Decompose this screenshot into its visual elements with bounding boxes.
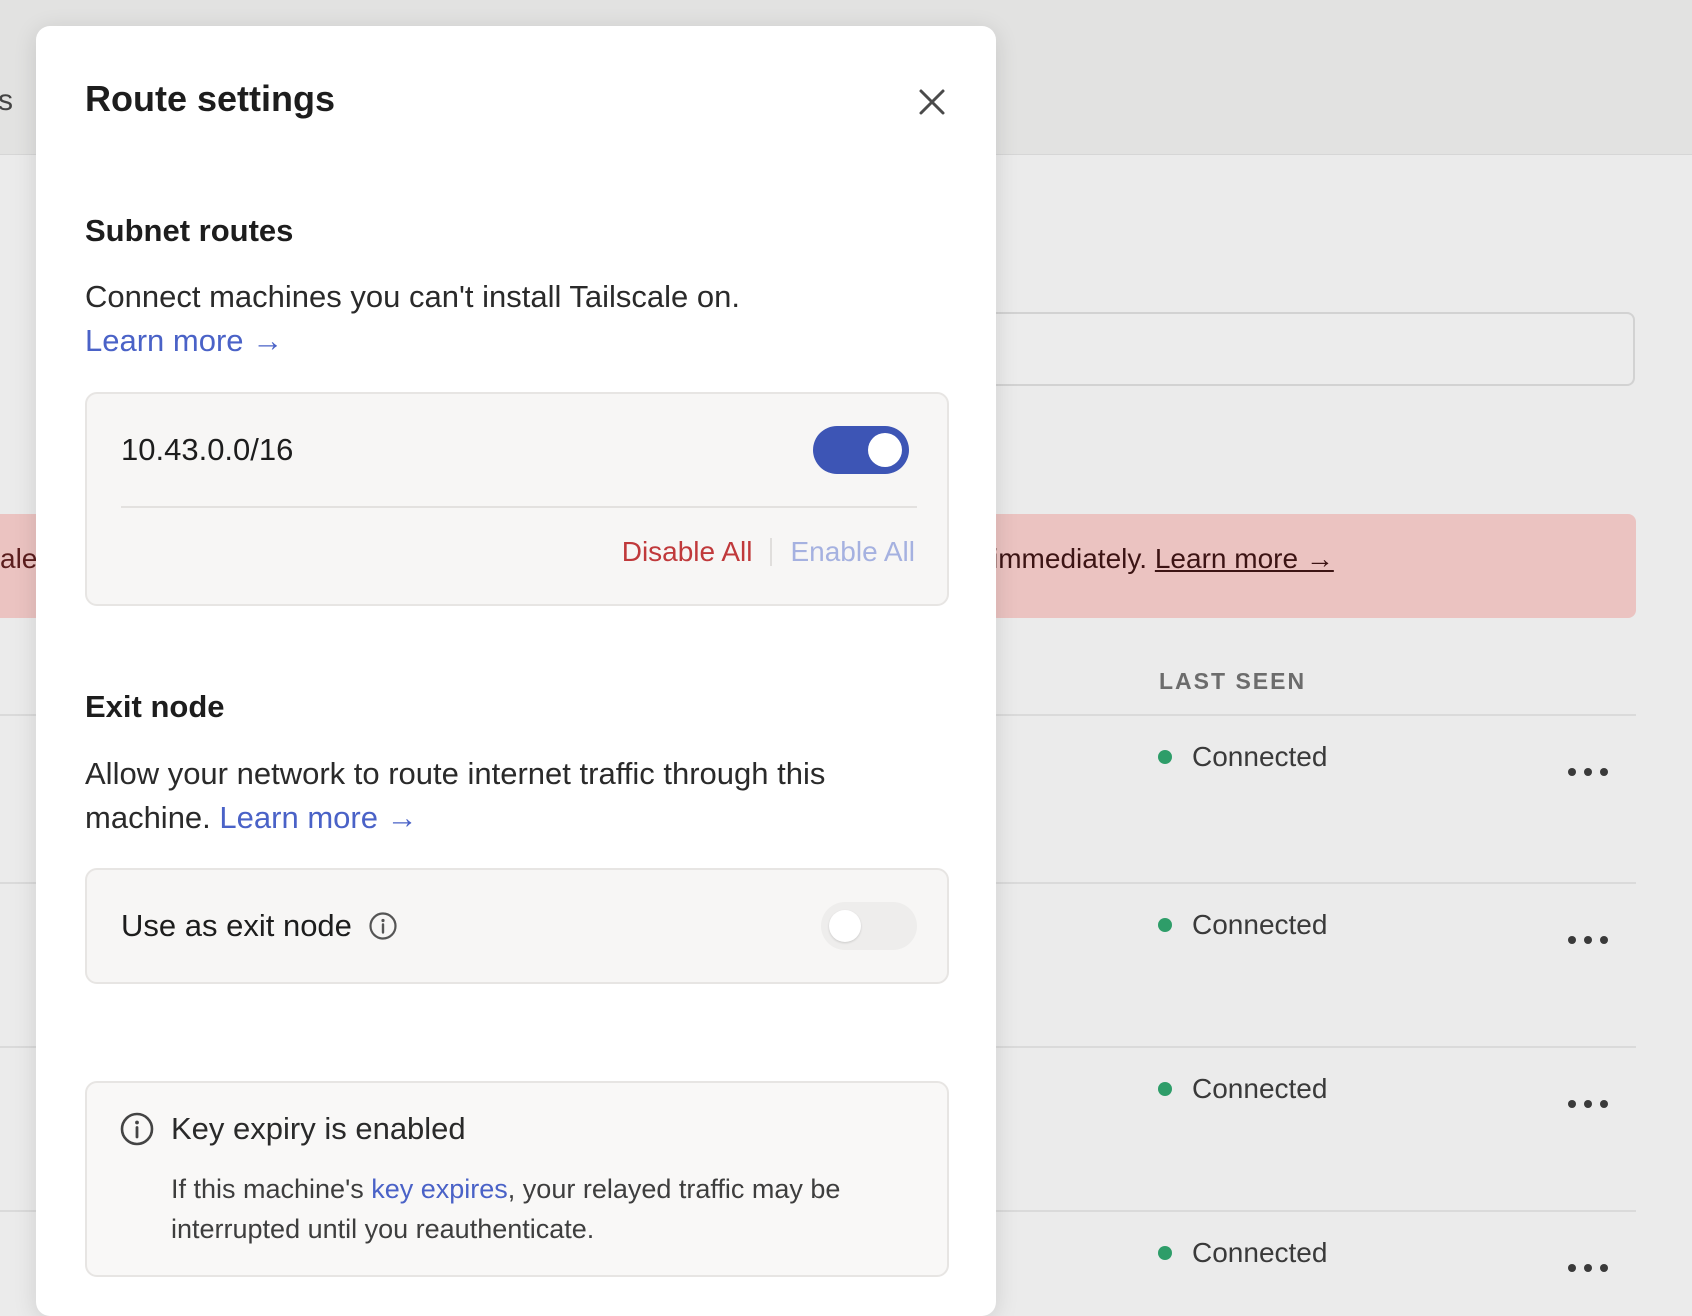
notice-header: Key expiry is enabled [119, 1111, 466, 1147]
notice-body-text: If this machine's [171, 1174, 372, 1204]
exit-node-card: Use as exit node [85, 868, 949, 984]
alert-banner-text: immediately. Learn more → [992, 543, 1334, 575]
dialog-title: Route settings [85, 78, 336, 119]
status-dot-icon [1158, 750, 1172, 764]
column-header-last-seen: LAST SEEN [1159, 668, 1307, 694]
subnet-routes-description-text: Connect machines you can't install Tails… [85, 279, 740, 314]
more-options-icon[interactable] [1568, 936, 1608, 944]
more-options-icon[interactable] [1568, 768, 1608, 776]
subnet-routes-title: Subnet routes [85, 213, 294, 248]
info-icon[interactable] [368, 911, 398, 941]
notice-body: If this machine's key expires, your rela… [171, 1169, 901, 1249]
status-dot-icon [1158, 918, 1172, 932]
actions-divider [770, 538, 773, 566]
route-cidr: 10.43.0.0/16 [121, 432, 294, 467]
toggle-knob [868, 433, 902, 467]
key-expiry-notice: Key expiry is enabled If this machine's … [85, 1081, 949, 1277]
status-dot-icon [1158, 1082, 1172, 1096]
exit-node-description-text: Allow your network to route internet tra… [85, 756, 826, 835]
status-label: Connected [1192, 1237, 1328, 1268]
nav-tab-fragment[interactable]: s [0, 84, 13, 118]
exit-node-label: Use as exit node [121, 908, 352, 943]
more-options-icon[interactable] [1568, 1264, 1608, 1272]
status-label: Connected [1192, 741, 1328, 772]
alert-banner-message: immediately. [992, 543, 1155, 574]
alert-banner-learn-more-link[interactable]: Learn more → [1155, 543, 1334, 574]
status-label: Connected [1192, 1073, 1328, 1104]
toggle-knob [829, 910, 861, 942]
exit-node-learn-more-link[interactable]: Learn more → [219, 800, 417, 835]
enable-all-button[interactable]: Enable All [790, 536, 915, 568]
status-connected: Connected [1158, 741, 1327, 773]
disable-all-button[interactable]: Disable All [622, 536, 753, 568]
subnet-learn-more-link[interactable]: Learn more → [85, 323, 283, 358]
exit-node-row: Use as exit node [121, 870, 917, 982]
status-connected: Connected [1158, 909, 1327, 941]
route-settings-dialog: Route settings Subnet routes Connect mac… [36, 26, 996, 1316]
status-connected: Connected [1158, 1073, 1327, 1105]
route-row: 10.43.0.0/16 [121, 394, 917, 508]
exit-node-toggle[interactable] [821, 902, 917, 950]
more-options-icon[interactable] [1568, 1100, 1608, 1108]
close-icon[interactable] [914, 84, 950, 120]
notice-title: Key expiry is enabled [171, 1111, 466, 1146]
route-bulk-actions: Disable All Enable All [622, 536, 915, 568]
exit-node-title: Exit node [85, 689, 225, 724]
status-label: Connected [1192, 909, 1328, 940]
status-connected: Connected [1158, 1237, 1327, 1269]
subnet-routes-card: 10.43.0.0/16 Disable All Enable All [85, 392, 949, 606]
search-input[interactable] [960, 312, 1635, 386]
exit-node-label-group: Use as exit node [121, 908, 398, 944]
key-expires-link[interactable]: key expires [371, 1174, 508, 1204]
status-dot-icon [1158, 1246, 1172, 1260]
info-icon [120, 1112, 154, 1146]
route-toggle[interactable] [813, 426, 909, 474]
exit-node-description: Allow your network to route internet tra… [85, 752, 915, 840]
subnet-routes-description: Connect machines you can't install Tails… [85, 275, 915, 363]
alert-banner-text-fragment: ale [0, 543, 38, 574]
